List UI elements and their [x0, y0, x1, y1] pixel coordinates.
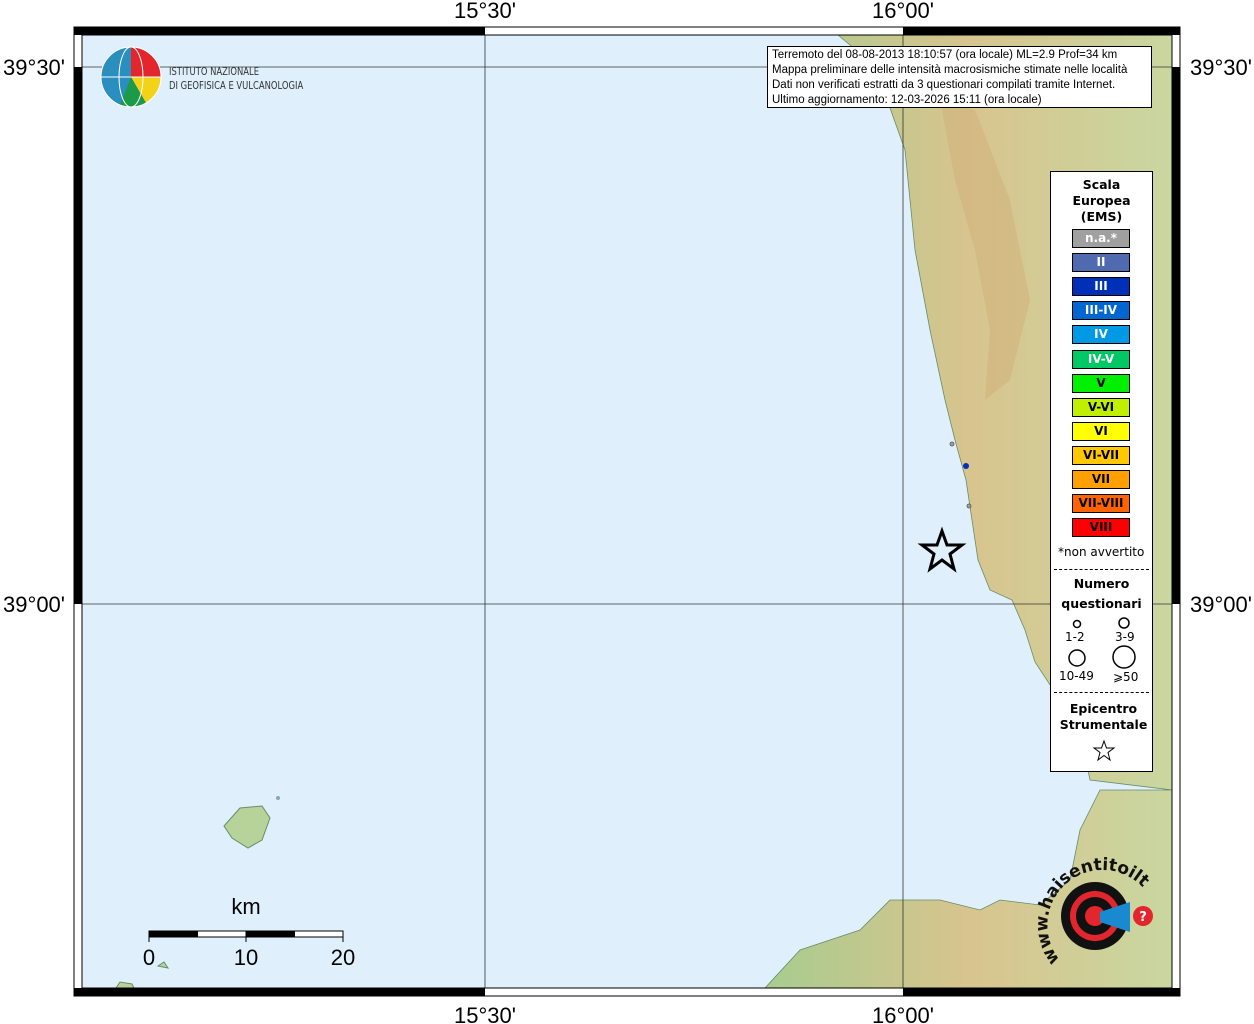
scale-tick-20: 20 [331, 945, 355, 970]
islet [276, 796, 280, 800]
legend-class-5: IV-V [1072, 349, 1130, 369]
count-label: 3-9 [1115, 630, 1135, 644]
logo-line-1: ISTITUTO NAZIONALE [169, 66, 260, 78]
lat-label-left-2: 39°00' [3, 592, 65, 617]
legend-class-10: VII [1072, 470, 1130, 489]
legend: Scala Europea (EMS) n.a.* II III III-IV IV IV… [1050, 171, 1153, 772]
lon-label-top-1: 15°30' [454, 0, 516, 23]
count-title: Numero questionari [1051, 574, 1152, 614]
legend-title-line: Scala [1082, 177, 1121, 192]
lon-label-bottom-1: 15°30' [454, 1003, 516, 1024]
count-label: 10-49 [1059, 669, 1094, 683]
legend-class-8: VI [1072, 421, 1130, 441]
legend-divider [1054, 692, 1149, 693]
legend-star-icon [1092, 739, 1116, 762]
legend-class-11: VII-VIII [1072, 494, 1130, 514]
observation-point-na[interactable] [949, 441, 955, 447]
lon-label-bottom-2: 16°00' [872, 1003, 934, 1024]
scale-tick-0: 0 [143, 945, 155, 970]
epicenter-title: Epicentro Strumentale [1055, 701, 1152, 733]
circle-size-50-icon [1112, 645, 1136, 669]
legend-class-2: III [1072, 277, 1130, 297]
legend-class-12: VIII [1072, 518, 1130, 538]
observation-point-na[interactable] [966, 503, 972, 509]
circle-size-10-49-icon [1068, 649, 1086, 667]
legend-class-7: V-VI [1072, 397, 1130, 417]
legend-title: Scala Europea (EMS) [1051, 177, 1152, 225]
event-title: Terremoto del 08-08-2013 18:10:57 (ora l… [772, 49, 1118, 61]
data-source-note: Dati non verificati estratti da 3 questi… [772, 79, 1116, 91]
legend-class-9: VI-VII [1072, 445, 1130, 465]
count-label: 1-2 [1065, 630, 1085, 644]
circle-size-3-9-icon [1118, 617, 1130, 629]
observation-point-iii[interactable] [963, 463, 969, 469]
scale-unit: km [231, 894, 260, 919]
circle-size-1-2-icon [1072, 619, 1082, 629]
ingv-logo-globe-icon [100, 46, 162, 108]
legend-class-1: II [1072, 253, 1130, 273]
lon-label-top-2: 16°00' [872, 0, 934, 23]
legend-class-6: V [1072, 373, 1130, 393]
svg-text:?: ? [1139, 910, 1147, 925]
epicenter-title-line: Epicentro [1069, 701, 1138, 716]
count-title-line: questionari [1061, 596, 1142, 611]
legend-note: *non avvertito [1058, 545, 1145, 559]
logo-line-2: DI GEOFISICA E VULCANOLOGIA [169, 80, 304, 92]
lat-label-left-1: 39°30' [3, 55, 65, 80]
lat-label-right-2: 39°00' [1190, 592, 1252, 617]
legend-title-line: Europea [1072, 193, 1131, 208]
legend-divider [1054, 569, 1149, 570]
lat-label-right-1: 39°30' [1190, 55, 1252, 80]
last-update: Ultimo aggiornamento: 12-03-2026 15:11 (… [772, 94, 1042, 106]
count-label: ⩾50 [1113, 670, 1139, 684]
map-description: Mappa preliminare delle intensità macros… [772, 64, 1128, 76]
count-title-line: Numero [1073, 576, 1130, 591]
legend-class-4: IV [1072, 325, 1130, 345]
ingv-logo-text: ISTITUTO NAZIONALE DI GEOFISICA E VULCAN… [169, 65, 303, 93]
legend-class-3: III-IV [1072, 301, 1130, 321]
event-info-box: Terremoto del 08-08-2013 18:10:57 (ora l… [767, 46, 1152, 108]
count-symbols [1068, 617, 1136, 669]
legend-class-0: n.a.* [1072, 229, 1130, 248]
epicenter-title-line: Strumentale [1059, 717, 1148, 732]
legend-title-line: (EMS) [1080, 209, 1123, 224]
scale-tick-10: 10 [234, 945, 258, 970]
